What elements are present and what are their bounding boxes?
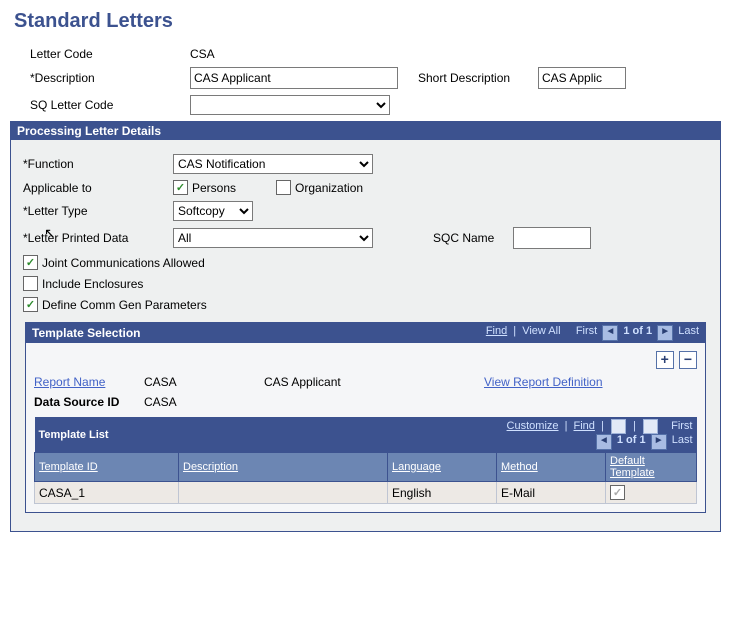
label-first: First xyxy=(576,325,597,337)
col-method[interactable]: Method xyxy=(497,453,606,482)
sqc-name-field[interactable] xyxy=(513,227,591,249)
default-template-checkbox[interactable]: ✓ xyxy=(610,485,625,500)
cell-template-id: CASA_1 xyxy=(35,482,179,504)
label-joint-comm: Joint Communications Allowed xyxy=(42,256,205,270)
find-link[interactable]: Find xyxy=(486,325,507,337)
processing-details-header: Processing Letter Details xyxy=(11,122,720,140)
value-data-source-id: CASA xyxy=(144,395,177,409)
label-letter-code: Letter Code xyxy=(10,47,180,61)
col-default-template[interactable]: Default Template xyxy=(606,453,697,482)
label-sqc-name: SQC Name xyxy=(433,231,513,245)
value-letter-code: CSA xyxy=(180,47,215,61)
zoom-icon[interactable] xyxy=(611,419,626,434)
label-last: Last xyxy=(678,325,699,337)
label-persons: Persons xyxy=(192,181,236,195)
grid-label-first: First xyxy=(671,420,692,432)
col-language[interactable]: Language xyxy=(388,453,497,482)
letter-type-select[interactable]: Softcopy xyxy=(173,201,253,221)
sqc-letter-code-select[interactable] xyxy=(190,95,390,115)
page-title: Standard Letters xyxy=(14,10,721,33)
grid-next-icon[interactable]: ► xyxy=(651,434,667,450)
organization-checkbox[interactable] xyxy=(276,180,291,195)
label-short-description: Short Description xyxy=(418,71,538,85)
template-selection-header: Template Selection xyxy=(32,326,140,340)
persons-checkbox[interactable]: ✓ xyxy=(173,180,188,195)
prev-icon[interactable]: ◄ xyxy=(602,325,618,341)
include-enclosures-checkbox[interactable] xyxy=(23,276,38,291)
customize-link[interactable]: Customize xyxy=(507,420,559,432)
label-include-enclosures: Include Enclosures xyxy=(42,277,143,291)
value-report-desc: CAS Applicant xyxy=(264,375,484,389)
record-count: 1 of 1 xyxy=(623,325,652,337)
label-define-comm: Define Comm Gen Parameters xyxy=(42,298,207,312)
label-report-name[interactable]: Report Name xyxy=(34,375,144,389)
short-description-field[interactable] xyxy=(538,67,626,89)
grid-prev-icon[interactable]: ◄ xyxy=(596,434,612,450)
template-list-header: Template List xyxy=(39,429,109,441)
label-sqc-letter-code: SQ Letter Code xyxy=(10,98,180,112)
label-function: *Function xyxy=(19,157,173,171)
next-icon[interactable]: ► xyxy=(657,325,673,341)
cell-method: E-Mail xyxy=(497,482,606,504)
grid-label-last: Last xyxy=(672,434,693,446)
grid-record-count: 1 of 1 xyxy=(617,434,646,446)
add-row-button[interactable]: + xyxy=(656,351,674,369)
delete-row-button[interactable]: − xyxy=(679,351,697,369)
value-report-name: CASA xyxy=(144,375,264,389)
label-organization: Organization xyxy=(295,181,363,195)
letter-printed-data-select[interactable]: All xyxy=(173,228,373,248)
table-row: CASA_1 English E-Mail ✓ xyxy=(35,482,697,504)
col-description[interactable]: Description xyxy=(179,453,388,482)
view-all-link[interactable]: View All xyxy=(522,325,560,337)
cell-description xyxy=(179,482,388,504)
define-comm-checkbox[interactable]: ✓ xyxy=(23,297,38,312)
grid-find-link[interactable]: Find xyxy=(574,420,595,432)
description-field[interactable] xyxy=(190,67,398,89)
label-applicable-to: Applicable to xyxy=(19,181,173,195)
cell-language: English xyxy=(388,482,497,504)
label-data-source-id: Data Source ID xyxy=(34,395,144,409)
label-description: *Description xyxy=(10,71,180,85)
joint-comm-checkbox[interactable]: ✓ xyxy=(23,255,38,270)
label-letter-printed-data: *Letter Printed Data xyxy=(19,231,173,245)
col-template-id[interactable]: Template ID xyxy=(35,453,179,482)
download-icon[interactable] xyxy=(643,419,658,434)
function-select[interactable]: CAS Notification xyxy=(173,154,373,174)
label-letter-type: *Letter Type xyxy=(19,204,173,218)
view-report-definition-link[interactable]: View Report Definition xyxy=(484,375,603,389)
